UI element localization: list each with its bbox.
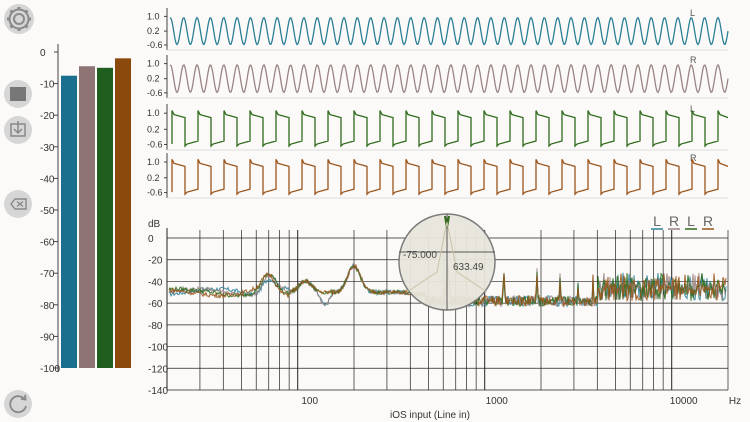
spectrum-y-label: -40	[148, 277, 163, 288]
wave-channel-label: R	[690, 55, 697, 65]
magnifier-freq-readout: 633.49	[453, 262, 484, 273]
meter-tick-label: -60	[40, 238, 55, 249]
meter-tick-label: -50	[40, 206, 55, 217]
waveform-trace	[169, 16, 729, 46]
waveform-panels: 1.00.2-0.6L1.00.2-0.6R1.00.2-0.6L1.00.2-…	[147, 8, 729, 199]
wave-tick-label: -0.6	[147, 88, 163, 98]
meter-bar	[79, 66, 95, 368]
waveform-trace	[171, 110, 729, 148]
spectrum-panel[interactable]: 0 -20 -40 -60 -80 -100 -120 -140 dB 100 1000 10000 H…	[148, 213, 741, 407]
level-meter: 0 -10 -20 -30 -40 -50 -60 -70 -80 -90 -100	[40, 44, 131, 375]
meter-bar	[61, 75, 77, 368]
wave-tick-label: -0.6	[147, 40, 163, 50]
legend-label: L	[653, 213, 661, 229]
wave-channel-label: L	[690, 8, 695, 18]
waveform-trace	[171, 159, 729, 196]
legend-label: L	[687, 213, 695, 229]
meter-bar	[97, 67, 113, 369]
meter-tick-label: -80	[40, 301, 55, 312]
meter-bar	[115, 58, 131, 368]
wave-tick-label: 0.2	[147, 124, 160, 134]
meter-tick-label: -10	[40, 80, 55, 91]
spectrum-y-label: -140	[148, 386, 168, 397]
spectrum-unit: dB	[148, 219, 161, 230]
wave-tick-label: 1.0	[147, 157, 160, 167]
waveform-trace	[169, 63, 729, 94]
meter-tick-label: -100	[40, 364, 60, 375]
magnifier-db-readout: -75.000	[403, 250, 437, 261]
wave-tick-label: 1.0	[147, 11, 160, 21]
wave-tick-label: 1.0	[147, 59, 160, 69]
meter-tick-label: -70	[40, 269, 55, 280]
meter-tick-label: -20	[40, 111, 55, 122]
meter-tick-label: 0	[40, 48, 46, 59]
spectrum-x-label: 10000	[670, 396, 698, 407]
spectrum-x-label: 100	[301, 396, 318, 407]
source-label: iOS input (Line in)	[389, 410, 471, 421]
spectrum-y-label: -120	[148, 364, 168, 375]
analyzer-canvas: 0 -10 -20 -30 -40 -50 -60 -70 -80 -90 -100 1.0 0.2 -…	[40, 8, 741, 407]
spectrum-y-label: -20	[148, 256, 163, 267]
wave-tick-label: 0.2	[147, 26, 160, 36]
wave-tick-label: 1.0	[147, 108, 160, 118]
wave-tick-label: -0.6	[147, 188, 163, 198]
spectrum-y-label: -100	[148, 343, 168, 354]
wave-tick-label: -0.6	[147, 139, 163, 149]
legend-label: R	[703, 213, 713, 229]
meter-tick-label: -40	[40, 174, 55, 185]
spectrum-x-unit: Hz	[729, 396, 741, 407]
wave-tick-label: 0.2	[147, 74, 160, 84]
spectrum-y-label: -60	[148, 299, 163, 310]
spectrum-y-label: -80	[148, 321, 163, 332]
wave-tick-label: 0.2	[147, 173, 160, 183]
legend-label: R	[669, 213, 679, 229]
meter-tick-label: -90	[40, 332, 55, 343]
spectrum-y-label: 0	[148, 234, 154, 245]
meter-tick-label: -30	[40, 143, 55, 154]
spectrum-x-label: 1000	[486, 396, 509, 407]
